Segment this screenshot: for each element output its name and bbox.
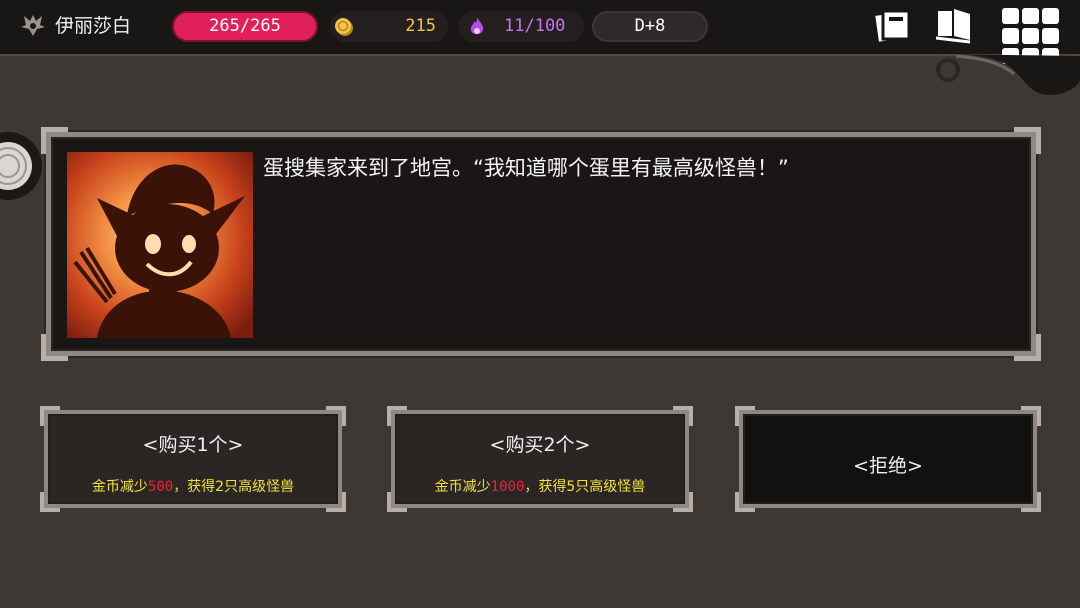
top-hud-bar: 伊丽莎白 265/265 215 11/100 D+8 [0, 0, 1080, 64]
hp-bar: 265/265 [172, 11, 318, 42]
gold-value: 215 [405, 16, 436, 36]
cards-icon [875, 9, 911, 42]
refuse-button[interactable]: <拒绝> [735, 406, 1041, 512]
gold-coin-icon [335, 18, 353, 36]
day-value: D+8 [634, 16, 666, 36]
choice-label: <拒绝> [853, 455, 923, 477]
souls-counter: 11/100 [458, 11, 584, 42]
player-name: 伊丽莎白 [55, 15, 132, 37]
horned-helmet-icon [21, 15, 45, 36]
hp-value: 265/265 [209, 16, 281, 36]
choice-label: <购买1个> [142, 434, 244, 456]
day-counter: D+8 [592, 11, 708, 42]
buy-two-button[interactable]: <购买2个> 金币减少1000，获得5只高级怪兽 [387, 406, 693, 512]
side-portal-ring [0, 132, 42, 200]
cards-button[interactable] [874, 8, 914, 44]
event-dialog-text: 蛋搜集家来到了地宫。“我知道哪个蛋里有最高级怪兽！” [263, 156, 789, 180]
souls-value: 11/100 [504, 16, 566, 36]
npc-portrait [67, 152, 253, 338]
purple-flame-icon [470, 17, 484, 35]
choice-description: 金币减少500，获得2只高级怪兽 [91, 479, 295, 495]
buy-one-button[interactable]: <购买1个> 金币减少500，获得2只高级怪兽 [40, 406, 346, 512]
gold-counter: 215 [330, 11, 448, 42]
book-button[interactable] [934, 6, 974, 44]
choice-label: <购买2个> [489, 434, 591, 456]
book-icon [935, 9, 971, 44]
ornamental-curl [930, 54, 1080, 95]
event-dialog-panel: 蛋搜集家来到了地宫。“我知道哪个蛋里有最高级怪兽！” [41, 127, 1041, 361]
choice-description: 金币减少1000，获得5只高级怪兽 [434, 479, 646, 495]
